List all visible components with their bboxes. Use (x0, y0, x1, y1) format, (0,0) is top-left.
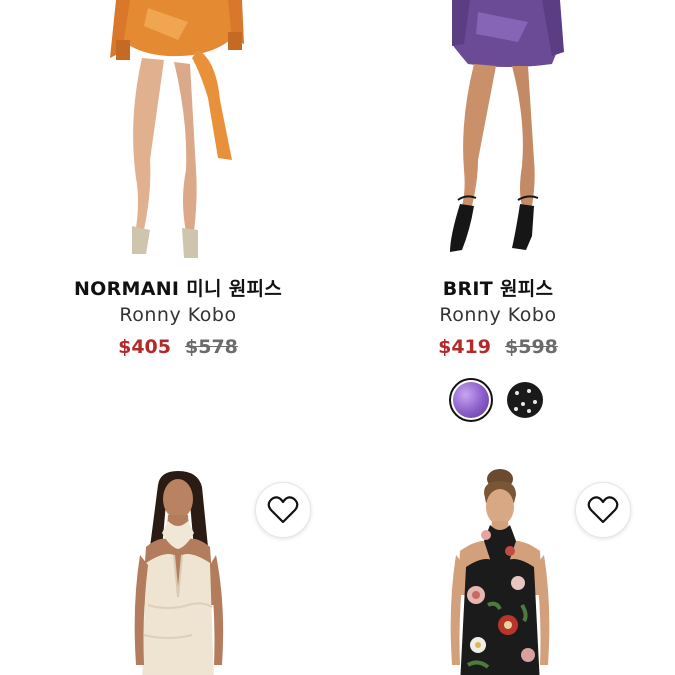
color-swatch-black[interactable] (503, 378, 547, 422)
product-card[interactable]: NORMANI 미니 원피스 Ronny Kobo $405 $578 (18, 0, 338, 358)
heart-icon (587, 496, 619, 524)
product-card[interactable] (18, 455, 338, 675)
product-prices: $405 $578 (18, 336, 338, 358)
product-brand: Ronny Kobo (439, 304, 557, 326)
wishlist-button[interactable] (575, 482, 631, 538)
product-image[interactable] (18, 0, 338, 262)
product-card[interactable]: BRIT 원피스 Ronny Kobo $419 $598 (338, 0, 658, 422)
sale-price: $419 (438, 336, 491, 358)
sale-price: $405 (118, 336, 171, 358)
product-title[interactable]: NORMANI 미니 원피스 (18, 274, 338, 301)
product-title[interactable]: BRIT 원피스 (338, 274, 658, 301)
color-swatches (338, 378, 658, 422)
original-price: $578 (185, 336, 238, 358)
wishlist-button[interactable] (255, 482, 311, 538)
heart-icon (267, 496, 299, 524)
original-price: $598 (505, 336, 558, 358)
color-swatch-purple[interactable] (449, 378, 493, 422)
product-image[interactable] (338, 0, 658, 262)
product-card[interactable] (338, 455, 658, 675)
product-prices: $419 $598 (338, 336, 658, 358)
product-brand: Ronny Kobo (119, 304, 237, 326)
